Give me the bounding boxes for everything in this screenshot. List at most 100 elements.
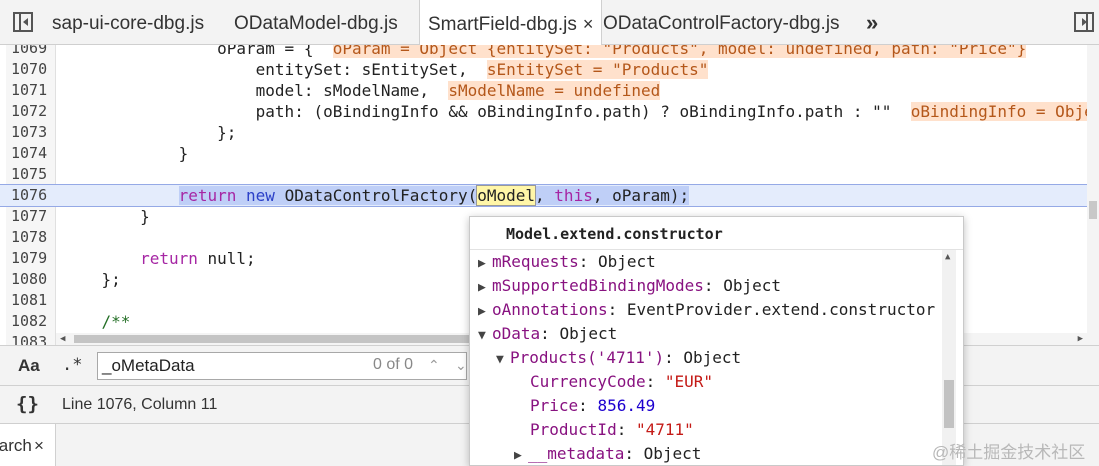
scroll-left-arrow-icon[interactable]: ◀	[60, 334, 65, 344]
line-number[interactable]: 1070	[11, 59, 51, 80]
line-number[interactable]: 1083	[11, 332, 51, 345]
regex-toggle-button[interactable]: .*	[62, 355, 82, 375]
property-key: oAnnotations	[492, 300, 608, 319]
watermark: @稀土掘金技术社区	[932, 443, 1086, 462]
property-value: 856.49	[597, 396, 656, 415]
keyword-return: return	[178, 186, 237, 205]
tab-odatamodel[interactable]: ODataModel-dbg.js	[234, 0, 398, 45]
line-number[interactable]: 1081	[11, 290, 51, 311]
toggle-navigator-icon[interactable]	[13, 12, 33, 32]
line-number[interactable]: 1069	[11, 45, 51, 59]
code-line: 1072 path: (oBindingInfo && oBindingInfo…	[0, 101, 1099, 122]
line-number[interactable]: 1076	[11, 185, 51, 206]
close-tab-icon[interactable]: ×	[583, 14, 594, 34]
object-preview-popover: Model.extend.constructor ▶ mRequests: Obj…	[469, 216, 964, 466]
code-text: oParam = {	[63, 45, 333, 58]
code-line: 1070 entitySet: sEntitySet, sEntitySet =…	[0, 59, 1099, 80]
collapse-arrow-icon[interactable]: ▼	[478, 324, 492, 348]
property-key: oData	[492, 324, 541, 343]
property-row[interactable]: ▶ __metadata: Object	[514, 442, 702, 465]
tab-label: SmartField-dbg.js	[428, 14, 577, 35]
property-row[interactable]: ▼ Products('4711'): Object	[496, 346, 741, 370]
property-key: CurrencyCode	[530, 372, 646, 391]
property-value: Object	[683, 348, 742, 367]
cursor-position: Line 1076, Column 11	[62, 396, 218, 413]
tab-label: sap-ui-core-dbg.js	[52, 13, 205, 34]
line-number[interactable]: 1082	[11, 311, 51, 332]
line-number[interactable]: 1075	[11, 164, 51, 185]
property-row[interactable]: ▶ mSupportedBindingModes: Object	[478, 274, 781, 298]
more-tabs-icon[interactable]: »	[866, 10, 878, 36]
constructor-call: ODataControlFactory(	[284, 186, 478, 205]
property-value: "4711"	[635, 420, 694, 439]
property-row[interactable]: ▼ oData: Object	[478, 322, 617, 346]
property-row[interactable]: ▶ mRequests: Object	[478, 250, 656, 274]
previous-match-icon[interactable]: ⌃	[428, 357, 440, 374]
hovered-token[interactable]: oModel	[476, 185, 537, 206]
match-case-button[interactable]: Aa	[18, 356, 40, 376]
line-number[interactable]: 1077	[11, 206, 51, 227]
property-value: EventProvider.extend.constructor	[626, 300, 936, 319]
line-number[interactable]: 1079	[11, 248, 51, 269]
line-number[interactable]: 1072	[11, 101, 51, 122]
line-number[interactable]: 1073	[11, 122, 51, 143]
code-text: path: (oBindingInfo && oBindingInfo.path…	[63, 102, 911, 121]
code-line-execution: 1076 return new ODataControlFactory(oMod…	[0, 184, 1099, 207]
code-text: };	[63, 123, 237, 142]
code-text: }	[63, 207, 150, 226]
code-text: ,	[535, 186, 555, 205]
property-value: Object	[643, 444, 702, 463]
popover-scrollbar[interactable]: ▲	[942, 250, 956, 465]
drawer-tab-search[interactable]: Search ×	[0, 424, 56, 466]
keyword-return: return	[140, 249, 198, 268]
code-line: 1073 };	[0, 122, 1099, 143]
scrollbar-thumb[interactable]	[944, 380, 954, 428]
line-number[interactable]: 1078	[11, 227, 51, 248]
scroll-right-arrow-icon[interactable]: ▶	[1078, 334, 1083, 344]
code-text: , oParam);	[592, 186, 690, 205]
line-number[interactable]: 1080	[11, 269, 51, 290]
property-row: CurrencyCode: "EUR"	[530, 372, 714, 391]
scrollbar-thumb[interactable]	[1089, 201, 1097, 219]
property-key: ProductId	[530, 420, 617, 439]
property-key: mSupportedBindingModes	[492, 276, 704, 295]
next-match-icon[interactable]: ⌄	[455, 357, 467, 374]
editor-vertical-scrollbar[interactable]	[1087, 45, 1099, 345]
scroll-up-arrow-icon[interactable]: ▲	[945, 252, 950, 262]
line-number[interactable]: 1071	[11, 80, 51, 101]
property-key: Products('4711')	[510, 348, 665, 367]
tab-sap-ui-core[interactable]: sap-ui-core-dbg.js	[52, 0, 204, 45]
property-key: __metadata	[528, 444, 625, 463]
line-number[interactable]: 1074	[11, 143, 51, 164]
expand-arrow-icon[interactable]: ▶	[478, 300, 492, 324]
inline-value: oBindingInfo = Object	[910, 102, 1099, 121]
toggle-debugger-icon[interactable]	[1074, 12, 1094, 32]
code-text: };	[63, 270, 121, 289]
code-text: model: sModelName,	[63, 81, 449, 100]
expand-arrow-icon[interactable]: ▶	[514, 444, 528, 465]
code-text: }	[63, 144, 189, 163]
popover-title: Model.extend.constructor	[506, 225, 723, 243]
code-line: 1074 }	[0, 143, 1099, 164]
pretty-print-button[interactable]: {}	[16, 393, 39, 415]
tab-odatacontrolfactory[interactable]: ODataControlFactory-dbg.js	[603, 0, 840, 45]
editor-tab-bar: sap-ui-core-dbg.js ODataModel-dbg.js Sma…	[0, 0, 1099, 46]
code-line: 1075	[0, 164, 1099, 185]
keyword-this: this	[554, 186, 593, 205]
tab-label: ODataModel-dbg.js	[234, 13, 398, 34]
property-key: Price	[530, 396, 579, 415]
close-drawer-tab-icon[interactable]: ×	[34, 424, 44, 466]
property-row[interactable]: ▶ oAnnotations: EventProvider.extend.cons…	[478, 298, 935, 322]
inline-value: oParam = Object {entitySet: "Products", …	[332, 45, 1027, 58]
expand-arrow-icon[interactable]: ▶	[478, 252, 492, 276]
inline-value: sEntitySet = "Products"	[486, 60, 709, 79]
tab-smartfield[interactable]: SmartField-dbg.js ×	[419, 0, 603, 46]
code-line: 1071 model: sModelName, sModelName = und…	[0, 80, 1099, 101]
code-text: null;	[197, 249, 256, 268]
expand-arrow-icon[interactable]: ▶	[478, 276, 492, 300]
property-row: ProductId: "4711"	[530, 420, 694, 439]
property-value: Object	[597, 252, 656, 271]
collapse-arrow-icon[interactable]: ▼	[496, 348, 510, 372]
